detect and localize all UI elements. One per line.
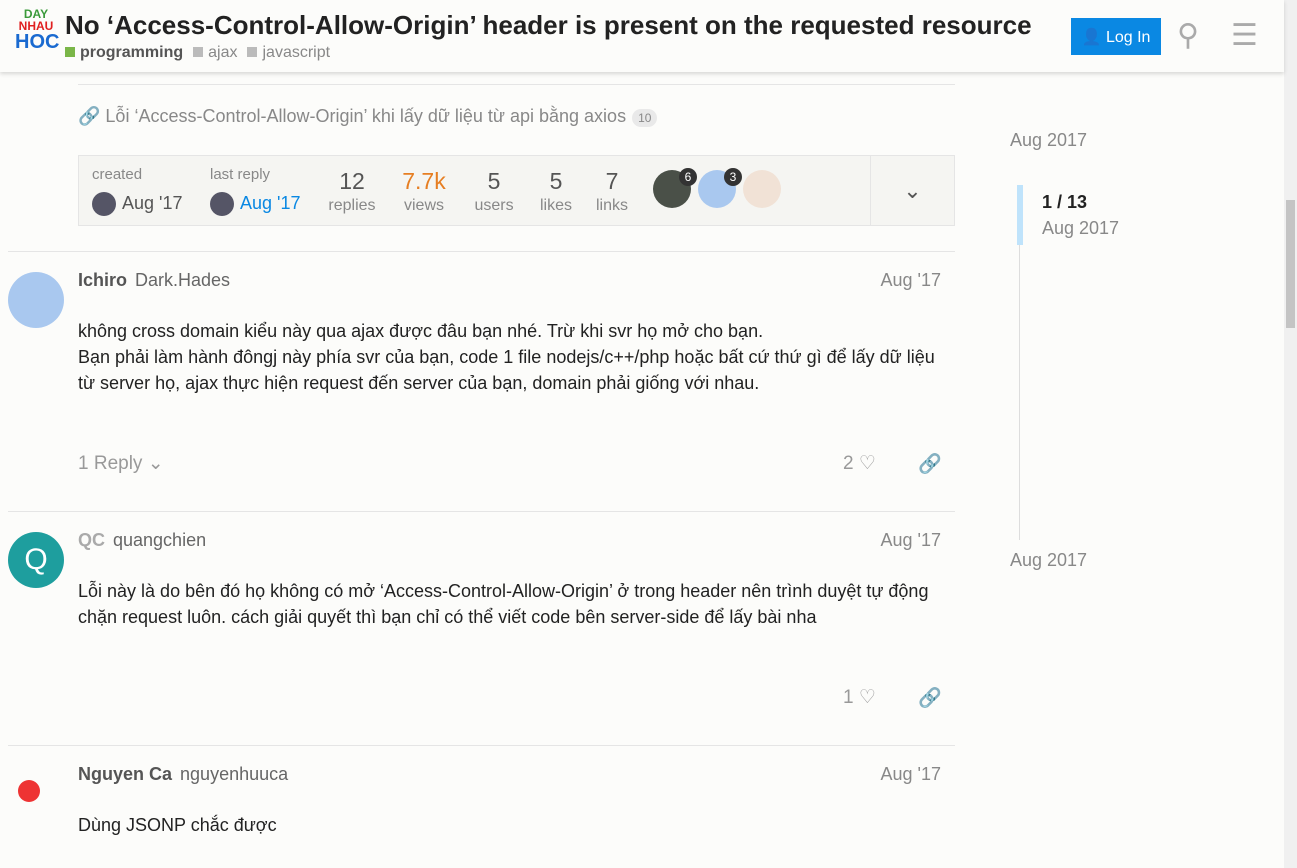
post: Ichiro Dark.Hades Aug '17 không cross dom…: [8, 251, 955, 511]
timeline-position: 1 / 13: [1042, 192, 1088, 212]
timeline-start[interactable]: Aug 2017: [1010, 130, 1087, 151]
post-date[interactable]: Aug '17: [881, 764, 942, 785]
avatar[interactable]: [8, 272, 64, 328]
linked-topic-title[interactable]: Lỗi ‘Access-Control-Allow-Origin’ khi lấ…: [105, 106, 626, 126]
link-icon[interactable]: 🔗: [918, 452, 942, 476]
created-value: Aug '17: [92, 192, 183, 216]
timeline-end[interactable]: Aug 2017: [1010, 550, 1087, 571]
participant-avatar[interactable]: 6: [653, 168, 697, 208]
stat-users: 5 users: [474, 168, 514, 214]
participant-avatar[interactable]: [743, 170, 781, 208]
topic-title[interactable]: No ‘Access-Control-Allow-Origin’ header …: [65, 10, 1040, 41]
avatar[interactable]: Q: [8, 532, 64, 588]
heart-icon: ♡: [858, 687, 876, 708]
stat-likes: 5 likes: [539, 168, 572, 214]
click-count-badge: 10: [632, 109, 658, 127]
scrollbar[interactable]: [1284, 0, 1297, 868]
scrollbar-thumb[interactable]: [1286, 200, 1295, 328]
user-icon: 👤: [1081, 28, 1102, 46]
post-text: Lỗi này là do bên đó họ không có mở ‘Acc…: [78, 581, 929, 627]
tag-javascript[interactable]: javascript: [247, 44, 330, 62]
divider: [78, 84, 955, 85]
search-icon[interactable]: ⚲: [1177, 18, 1199, 53]
timeline-handle[interactable]: [1017, 185, 1023, 245]
post-author[interactable]: QC quangchien: [78, 530, 206, 551]
last-reply-value[interactable]: Aug '17: [210, 192, 301, 216]
like-button[interactable]: 1 ♡: [843, 686, 876, 709]
chevron-down-icon[interactable]: ⌄: [870, 156, 954, 225]
timeline-position-date: Aug 2017: [1042, 218, 1120, 238]
post-date[interactable]: Aug '17: [881, 270, 942, 291]
stat-views: 7.7k views: [402, 168, 446, 214]
stat-replies: 12 replies: [328, 168, 376, 214]
created-label: created: [92, 166, 143, 183]
site-header: DAY NHAU HOC No ‘Access-Control-Allow-Orig…: [0, 0, 1284, 72]
link-icon[interactable]: 🔗: [918, 686, 942, 710]
topic-tags: programming ajax javascript: [65, 44, 330, 62]
stat-links: 7 links: [595, 168, 628, 214]
post: Nguyen Ca nguyenhuuca Aug '17 Dùng JSONP …: [8, 745, 955, 868]
login-button[interactable]: 👤 Log In: [1071, 18, 1161, 55]
replies-button[interactable]: 1 Reply ⌄: [78, 452, 164, 475]
post-date[interactable]: Aug '17: [881, 530, 942, 551]
hamburger-menu-icon[interactable]: ☰: [1231, 18, 1258, 53]
avatar: [210, 192, 234, 216]
post-text: không cross domain kiểu này qua ajax đượ…: [78, 321, 935, 393]
linked-topic[interactable]: 🔗 Lỗi ‘Access-Control-Allow-Origin’ khi …: [78, 106, 658, 127]
post: Q QC quangchien Aug '17 Lỗi này là do bên…: [8, 511, 955, 745]
post-author[interactable]: Ichiro Dark.Hades: [78, 270, 230, 291]
post-text: Dùng JSONP chắc được: [78, 815, 277, 835]
last-reply-label: last reply: [210, 166, 271, 183]
topic-map: created Aug '17 last reply Aug '17 12 rep…: [78, 155, 955, 226]
post-author[interactable]: Nguyen Ca nguyenhuuca: [78, 764, 288, 785]
avatar[interactable]: [8, 766, 64, 822]
tag-ajax[interactable]: ajax: [193, 44, 237, 62]
category-programming[interactable]: programming: [65, 44, 183, 62]
participant-avatar[interactable]: 3: [698, 168, 742, 208]
heart-icon: ♡: [858, 453, 876, 474]
site-logo[interactable]: DAY NHAU HOC: [15, 8, 59, 52]
like-button[interactable]: 2 ♡: [843, 452, 876, 475]
avatar: [92, 192, 116, 216]
